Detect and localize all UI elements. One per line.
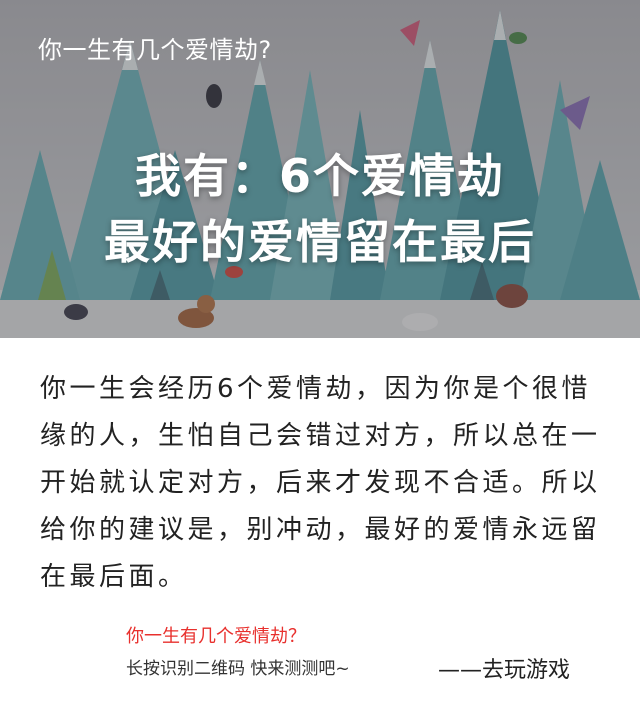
result-description: 你一生会经历6个爱情劫，因为你是个很惜缘的人，生怕自己会错过对方，所以总在一开始…	[40, 374, 601, 592]
result-headline: 我有：6个爱情劫	[134, 149, 505, 203]
banner-question: 你一生有几个爱情劫?	[38, 36, 272, 64]
qr-code-hint: 长按识别二维码 快来测测吧~	[126, 659, 350, 679]
banner: 你一生有几个爱情劫? 我有：6个爱情劫 最好的爱情留在最后	[0, 0, 640, 338]
footer-signature: ——去玩游戏	[438, 658, 571, 683]
result-page: 你一生有几个爱情劫? 我有：6个爱情劫 最好的爱情留在最后 你一生会经历6个爱情…	[0, 0, 640, 707]
result-subheadline: 最好的爱情留在最后	[104, 215, 536, 269]
footer-question-link[interactable]: 你一生有几个爱情劫？	[126, 622, 306, 648]
